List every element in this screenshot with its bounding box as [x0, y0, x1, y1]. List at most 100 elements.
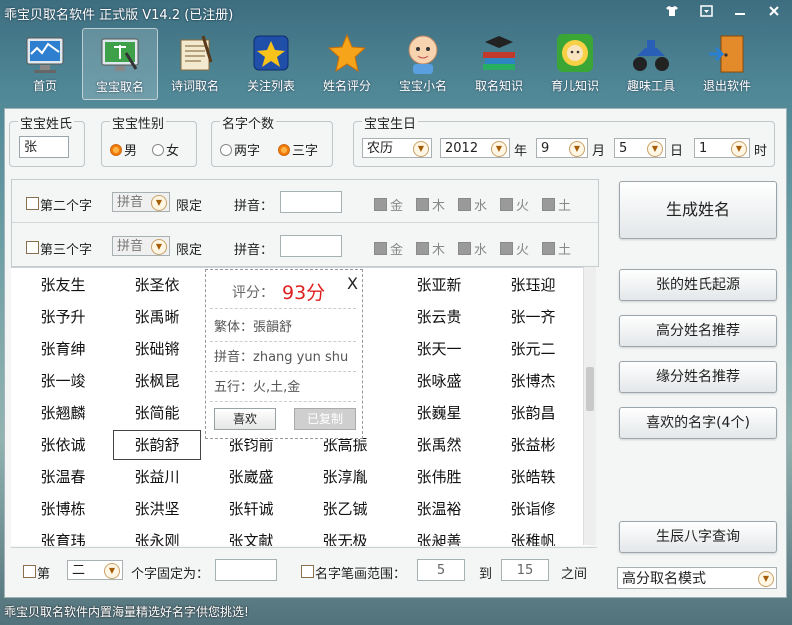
count-three-radio[interactable]: 三字 — [278, 140, 318, 159]
name-item[interactable]: 张珏迎 — [489, 270, 577, 300]
name-item[interactable]: 张一竣 — [19, 366, 107, 396]
stroke-from-input[interactable]: 5 — [417, 559, 465, 581]
surname-origin-button[interactable]: 张的姓氏起源 — [619, 269, 777, 301]
toolbar-name-score[interactable]: 姓名评分 — [310, 28, 384, 98]
name-item[interactable]: 张育绅 — [19, 334, 107, 364]
toolbar-home[interactable]: 首页 — [8, 28, 82, 98]
copied-button[interactable]: 已复制 — [294, 408, 356, 430]
third-char-pinyin-input[interactable] — [280, 235, 342, 257]
name-item[interactable]: 张禹晰 — [113, 302, 201, 332]
toolbar-naming-knowledge[interactable]: 取名知识 — [462, 28, 536, 98]
second-char-checkbox[interactable] — [26, 197, 39, 210]
toolbar-baby-naming[interactable]: 宝宝取名 — [82, 28, 158, 100]
month-select[interactable]: 9 ▼ — [536, 138, 588, 158]
close-icon[interactable] — [766, 4, 782, 18]
name-item[interactable]: 张依诚 — [19, 430, 107, 460]
name-item[interactable]: 张崴盛 — [207, 462, 295, 492]
fate-names-button[interactable]: 缘分姓名推荐 — [619, 361, 777, 393]
stroke-to-input[interactable]: 15 — [501, 559, 549, 581]
high-score-names-button[interactable]: 高分姓名推荐 — [619, 315, 777, 347]
name-item[interactable]: 张天一 — [395, 334, 483, 364]
like-button[interactable]: 喜欢 — [214, 408, 276, 430]
name-item[interactable]: 张皓轶 — [489, 462, 577, 492]
toolbar-fun-tools[interactable]: 趣味工具 — [614, 28, 688, 98]
third-char-element-tu[interactable]: 土 — [542, 239, 571, 258]
count-two-radio[interactable]: 两字 — [220, 140, 260, 159]
name-item[interactable]: 张圣依 — [113, 270, 201, 300]
name-item[interactable]: 张巍星 — [395, 398, 483, 428]
name-item[interactable]: 张元二 — [489, 334, 577, 364]
surname-input[interactable]: 张 — [19, 136, 69, 158]
hour-select[interactable]: 1 ▼ — [694, 138, 750, 158]
generate-names-button[interactable]: 生成姓名 — [619, 181, 777, 239]
name-item[interactable]: 张韵舒 — [113, 430, 201, 460]
fixed-char-checkbox[interactable] — [23, 565, 36, 578]
day-select[interactable]: 5 ▼ — [614, 138, 666, 158]
favorite-names-button[interactable]: 喜欢的名字(4个) — [619, 407, 777, 439]
second-char-element-shui[interactable]: 水 — [458, 195, 487, 214]
bazi-query-button[interactable]: 生辰八字查询 — [619, 521, 777, 553]
name-item[interactable]: 张洪坚 — [113, 494, 201, 524]
toolbar-exit[interactable]: 退出软件 — [690, 28, 764, 98]
skin-icon[interactable] — [664, 4, 680, 18]
second-char-element-jin[interactable]: 金 — [374, 195, 403, 214]
name-item[interactable]: 张博杰 — [489, 366, 577, 396]
third-char-element-jin[interactable]: 金 — [374, 239, 403, 258]
year-select[interactable]: 2012 ▼ — [440, 138, 510, 158]
name-item[interactable]: 张一齐 — [489, 302, 577, 332]
name-item[interactable]: 张博栋 — [19, 494, 107, 524]
name-item[interactable]: 张无极 — [301, 526, 389, 546]
third-char-checkbox[interactable] — [26, 241, 39, 254]
name-list-scrollbar[interactable] — [583, 267, 596, 545]
third-char-element-mu[interactable]: 木 — [416, 239, 445, 258]
name-item[interactable]: 张云贵 — [395, 302, 483, 332]
name-item[interactable]: 张础锵 — [113, 334, 201, 364]
popup-close-button[interactable]: X — [347, 274, 358, 293]
second-char-element-mu[interactable]: 木 — [416, 195, 445, 214]
name-item[interactable]: 张淳胤 — [301, 462, 389, 492]
name-item[interactable]: 张育玮 — [19, 526, 107, 546]
fixed-char-input[interactable] — [215, 559, 277, 581]
name-item[interactable]: 张永刚 — [113, 526, 201, 546]
scrollbar-thumb[interactable] — [586, 367, 594, 411]
name-item[interactable]: 张温春 — [19, 462, 107, 492]
second-char-element-huo[interactable]: 火 — [500, 195, 529, 214]
name-item[interactable]: 张咏盛 — [395, 366, 483, 396]
third-char-element-huo[interactable]: 火 — [500, 239, 529, 258]
gender-male-radio[interactable]: 男 — [110, 140, 137, 159]
name-item[interactable]: 张韵昌 — [489, 398, 577, 428]
name-item[interactable]: 张文献 — [207, 526, 295, 546]
toolbar-parenting[interactable]: 育儿知识 — [538, 28, 612, 98]
name-item[interactable]: 张予升 — [19, 302, 107, 332]
name-item[interactable]: 张益川 — [113, 462, 201, 492]
name-item[interactable]: 张友生 — [19, 270, 107, 300]
name-item[interactable]: 张枫昆 — [113, 366, 201, 396]
name-item[interactable]: 张伟胜 — [395, 462, 483, 492]
stroke-range-checkbox[interactable] — [301, 565, 314, 578]
gender-female-radio[interactable]: 女 — [152, 140, 179, 159]
second-char-pinyin-input[interactable] — [280, 191, 342, 213]
name-item[interactable]: 张翘麟 — [19, 398, 107, 428]
name-item[interactable]: 张昶善 — [395, 526, 483, 546]
minimize-icon[interactable] — [732, 4, 748, 18]
third-char-element-shui[interactable]: 水 — [458, 239, 487, 258]
third-char-pinyin-select[interactable]: 拼音 ▼ — [112, 236, 170, 256]
name-item[interactable]: 张诣修 — [489, 494, 577, 524]
toolbar-poem-naming[interactable]: 诗词取名 — [158, 28, 232, 98]
name-item[interactable]: 张乙铖 — [301, 494, 389, 524]
name-item[interactable]: 张简能 — [113, 398, 201, 428]
name-item[interactable]: 张稚帆 — [489, 526, 577, 546]
name-item[interactable]: 张轩诚 — [207, 494, 295, 524]
restore-icon[interactable] — [698, 4, 714, 18]
calendar-select[interactable]: 农历 ▼ — [362, 138, 432, 158]
name-item[interactable]: 张亚新 — [395, 270, 483, 300]
name-item[interactable]: 张温裕 — [395, 494, 483, 524]
toolbar-baby-nickname[interactable]: 宝宝小名 — [386, 28, 460, 98]
second-char-element-tu[interactable]: 土 — [542, 195, 571, 214]
name-item[interactable]: 张禹然 — [395, 430, 483, 460]
second-char-pinyin-select[interactable]: 拼音 ▼ — [112, 192, 170, 212]
nth-select[interactable]: 二 ▼ — [67, 560, 123, 580]
toolbar-watchlist[interactable]: 关注列表 — [234, 28, 308, 98]
name-item[interactable]: 张益彬 — [489, 430, 577, 460]
naming-mode-select[interactable]: 高分取名模式 ▼ — [617, 567, 777, 589]
